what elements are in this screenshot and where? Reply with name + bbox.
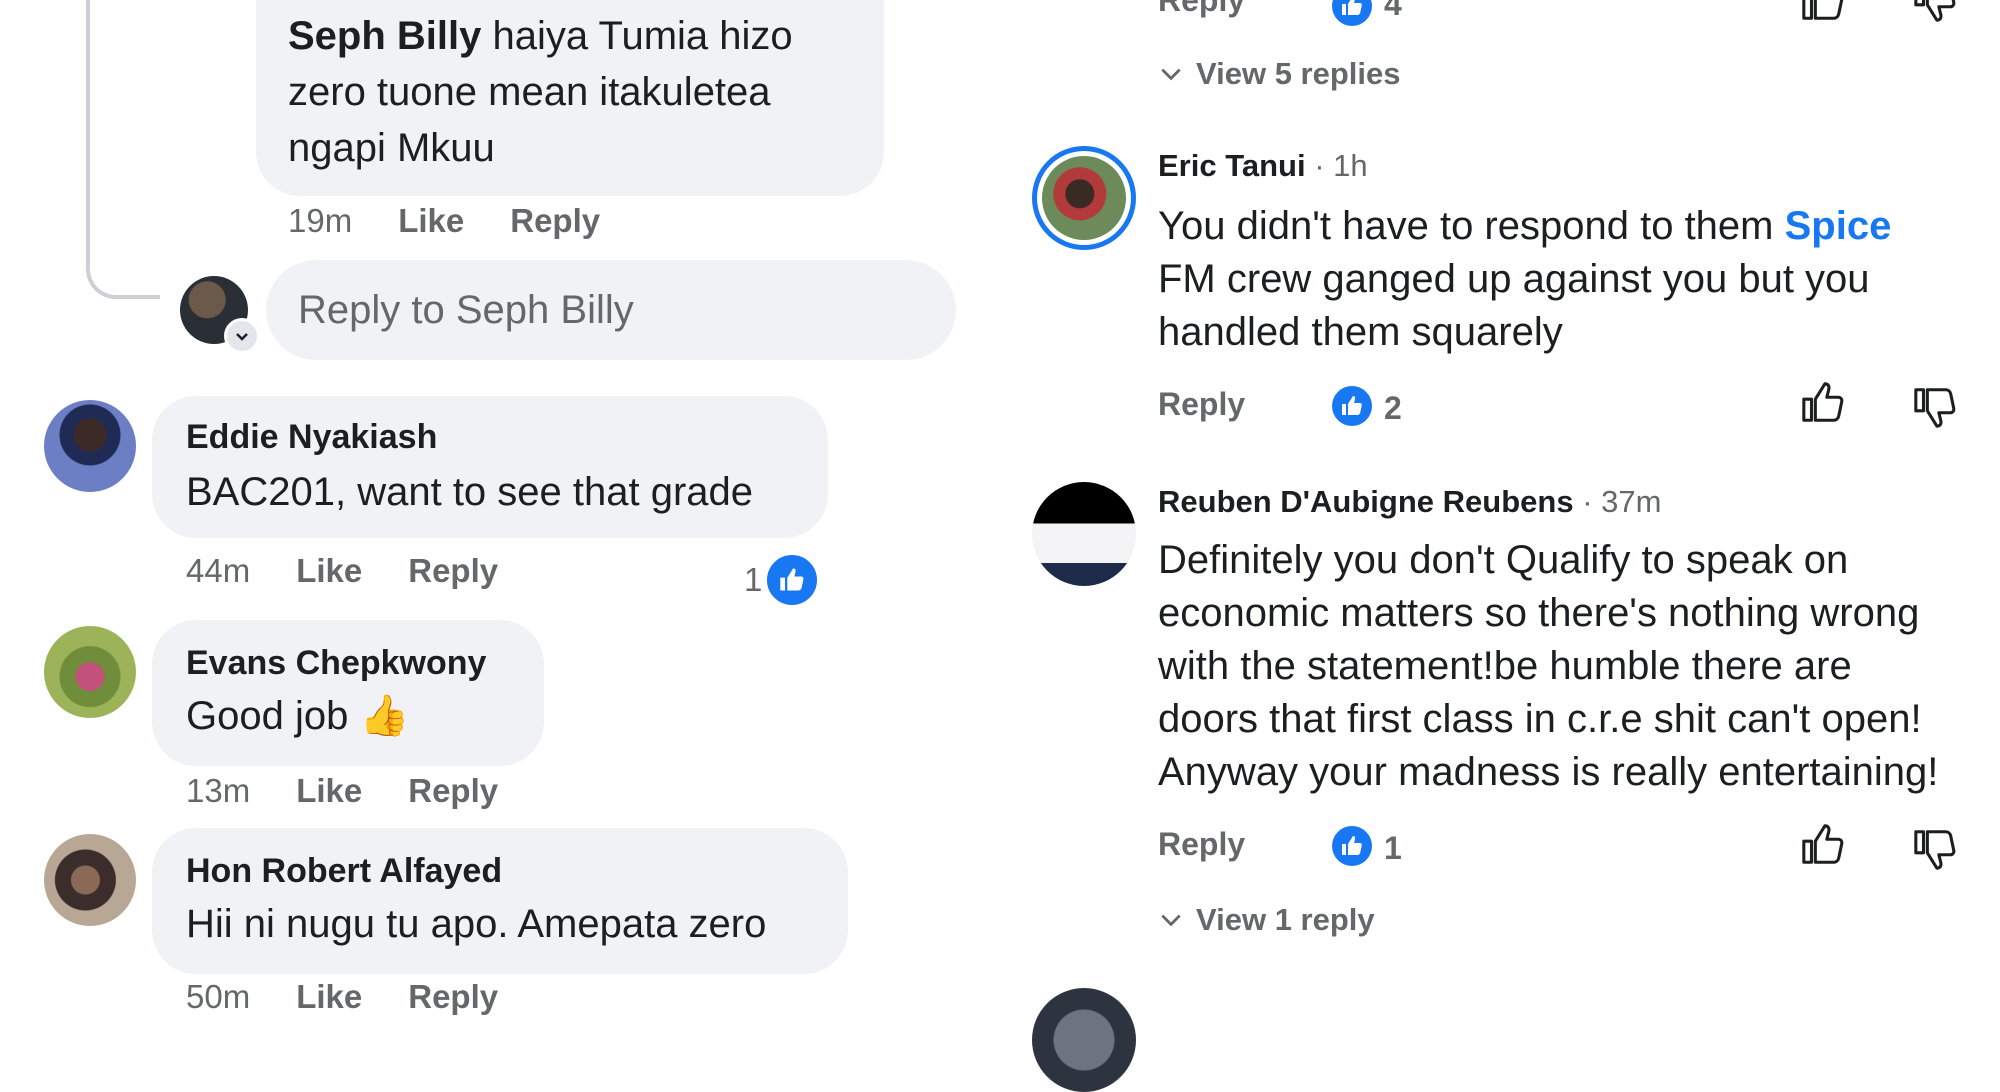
like-button[interactable]: Like: [398, 202, 464, 240]
comment-text: You didn't have to respond to them Spice…: [1158, 204, 1892, 354]
thumbs-up-icon[interactable]: [1800, 822, 1846, 868]
avatar[interactable]: [44, 626, 136, 718]
comment-time[interactable]: · 37m: [1582, 484, 1661, 519]
reply-button[interactable]: Reply: [408, 552, 498, 590]
reply-time[interactable]: 19m: [288, 202, 352, 240]
reply-button[interactable]: Reply: [510, 202, 600, 240]
reply-input-placeholder: Reply to Seph Billy: [298, 287, 634, 332]
reply-button[interactable]: Reply: [408, 978, 498, 1016]
comment-author: Reuben D'Aubigne Reubens · 37m: [1158, 484, 1662, 519]
chevron-down-icon: [1161, 68, 1181, 81]
account-switch-chevron-icon[interactable]: [224, 318, 260, 354]
comment-text: Definitely you don't Qualify to speak on…: [1158, 538, 1939, 794]
like-count-icon: [1332, 826, 1372, 866]
comment-author[interactable]: Eddie Nyakiash: [186, 418, 437, 457]
thumbs-up-icon[interactable]: [1800, 0, 1846, 24]
mention-link[interactable]: Spice: [1785, 204, 1892, 248]
like-count: 4: [1384, 0, 1402, 22]
like-button[interactable]: Like: [296, 978, 362, 1016]
comment-time[interactable]: 13m: [186, 772, 250, 810]
reply-button[interactable]: Reply: [1158, 826, 1245, 863]
reply-button[interactable]: Reply: [1158, 0, 1245, 19]
avatar[interactable]: [44, 400, 136, 492]
thread-connector: [86, 0, 160, 299]
reply-text: Seph Billy haiya Tumia hizo zero tuone m…: [288, 14, 793, 170]
comment-text: BAC201, want to see that grade: [186, 470, 754, 514]
reply-button[interactable]: Reply: [408, 772, 498, 810]
like-button[interactable]: Like: [296, 772, 362, 810]
comment-actions: 13m Like Reply: [186, 772, 498, 810]
comment-author: Eric Tanui · 1h: [1158, 148, 1368, 183]
comment-time[interactable]: · 1h: [1314, 148, 1367, 183]
chevron-down-icon: [1161, 914, 1181, 927]
avatar[interactable]: [44, 834, 136, 926]
reply-actions: 19m Like Reply: [288, 202, 600, 240]
thumbs-down-icon[interactable]: [1912, 826, 1958, 872]
like-count: 1: [1384, 830, 1402, 866]
comment-actions: 44m Like Reply: [186, 552, 498, 590]
thumbs-down-icon[interactable]: [1912, 0, 1958, 24]
like-count: 2: [1384, 390, 1402, 426]
comment-author[interactable]: Evans Chepkwony: [186, 644, 486, 683]
like-reaction-icon: [764, 552, 821, 608]
avatar[interactable]: [1032, 146, 1136, 250]
comment-author[interactable]: Hon Robert Alfayed: [186, 852, 502, 891]
thumbs-up-icon[interactable]: [1800, 380, 1846, 426]
comment-time[interactable]: 50m: [186, 978, 250, 1016]
like-button[interactable]: Like: [296, 552, 362, 590]
like-count-icon: [1332, 386, 1372, 426]
like-count-icon: [1332, 0, 1372, 26]
avatar[interactable]: [1032, 482, 1136, 586]
comment-time[interactable]: 44m: [186, 552, 250, 590]
comment-text: Good job 👍: [186, 694, 410, 738]
thumbs-down-icon[interactable]: [1912, 384, 1958, 430]
reply-author[interactable]: Seph Billy: [288, 14, 481, 58]
view-replies-button[interactable]: View 1 reply: [1158, 902, 1375, 938]
reply-button[interactable]: Reply: [1158, 386, 1245, 423]
view-replies-button[interactable]: View 5 replies: [1158, 56, 1401, 92]
comment-actions: 50m Like Reply: [186, 978, 498, 1016]
reply-input[interactable]: Reply to Seph Billy: [266, 260, 956, 360]
avatar[interactable]: [1032, 988, 1136, 1092]
comment-text: Hii ni nugu tu apo. Amepata zero: [186, 902, 767, 946]
reaction-count[interactable]: 1: [744, 552, 821, 608]
